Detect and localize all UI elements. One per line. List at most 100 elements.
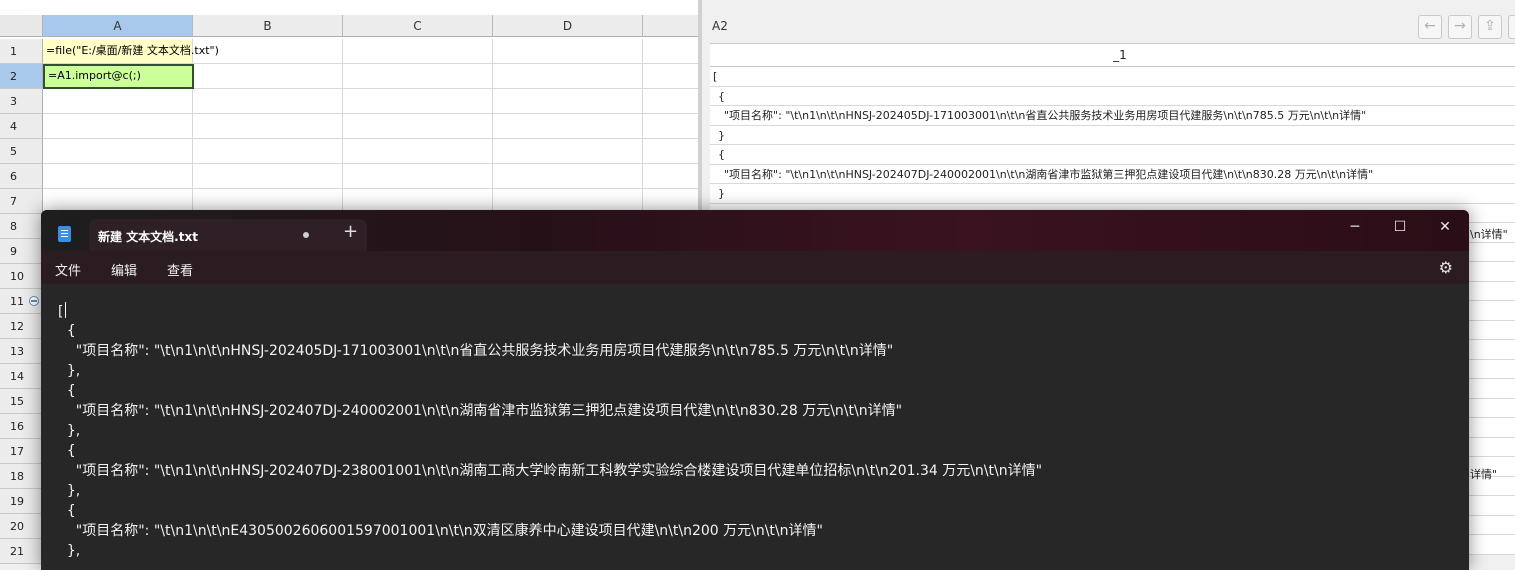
grid-cell[interactable] (493, 164, 643, 189)
row-header[interactable]: 7 (0, 189, 43, 214)
grid-cell[interactable] (43, 139, 193, 164)
row-header[interactable]: 20 (0, 514, 43, 539)
export-icon[interactable]: ⇪ (1478, 15, 1502, 39)
grid-cell[interactable] (493, 139, 643, 164)
row-header[interactable]: 4 (0, 114, 43, 139)
row-header[interactable]: 14 (0, 364, 43, 389)
forward-arrow-icon[interactable]: → (1448, 15, 1472, 39)
grid-cell[interactable] (193, 139, 343, 164)
editor-line[interactable]: { (58, 502, 76, 520)
row-header[interactable]: 1 (0, 39, 43, 64)
grid-cell[interactable] (193, 89, 343, 114)
value-row[interactable]: } (710, 184, 1515, 204)
row-header[interactable]: 15 (0, 389, 43, 414)
value-row[interactable]: } (710, 126, 1515, 145)
row-header[interactable]: 13 (0, 339, 43, 364)
editor-line[interactable]: "项目名称": "\t\n1\n\t\nE4305002606001597001… (58, 522, 823, 540)
column-header-c[interactable]: C (343, 15, 493, 37)
grid-cell[interactable] (493, 89, 643, 114)
row-header[interactable]: 16 (0, 414, 43, 439)
grid-cell[interactable] (343, 139, 493, 164)
grid-cell[interactable] (643, 39, 700, 64)
row-header[interactable]: 8 (0, 214, 43, 239)
grid-cell[interactable] (193, 164, 343, 189)
grid-cell[interactable] (343, 164, 493, 189)
row-header[interactable]: 11 (0, 289, 43, 314)
grid-cell[interactable] (493, 39, 643, 64)
notepad-window[interactable]: 新建 文本文档.txt + ─ ☐ ✕ 文件 编辑 查看 ⚙ [ { "项目名称… (41, 210, 1469, 570)
grid-cell[interactable] (343, 89, 493, 114)
grid-cell[interactable] (43, 114, 193, 139)
select-all-corner[interactable] (0, 15, 43, 37)
grid-cell[interactable] (493, 64, 643, 89)
tab-title: 新建 文本文档.txt (98, 230, 198, 244)
editor-line[interactable]: "项目名称": "\t\n1\n\t\nHNSJ-202407DJ-240002… (58, 402, 902, 420)
notepad-titlebar[interactable]: 新建 文本文档.txt + ─ ☐ ✕ (41, 210, 1469, 251)
editor-line[interactable]: "项目名称": "\t\n1\n\t\nHNSJ-202405DJ-171003… (58, 342, 893, 360)
grid-cell[interactable] (343, 64, 493, 89)
minimize-icon[interactable]: ─ (1335, 215, 1375, 239)
editor-line[interactable]: }, (58, 362, 80, 380)
column-header-a[interactable]: A (43, 15, 193, 37)
column-header-b[interactable]: B (193, 15, 343, 37)
extra-tool-icon[interactable] (1508, 15, 1515, 39)
grid-cell[interactable] (643, 64, 700, 89)
gear-icon[interactable]: ⚙ (1439, 258, 1453, 277)
row-header[interactable]: 21 (0, 539, 43, 564)
editor-line[interactable]: { (58, 442, 76, 460)
column-header-d[interactable]: D (493, 15, 643, 37)
row-header[interactable]: 10 (0, 264, 43, 289)
grid-cell[interactable] (43, 89, 193, 114)
new-tab-plus-icon[interactable]: + (343, 223, 358, 241)
cell-reference: A2 (712, 19, 728, 33)
menu-file[interactable]: 文件 (55, 260, 81, 279)
notepad-tab[interactable]: 新建 文本文档.txt (89, 219, 367, 251)
menu-edit[interactable]: 编辑 (111, 260, 137, 279)
value-row[interactable]: { (710, 87, 1515, 106)
menu-view[interactable]: 查看 (167, 260, 193, 279)
editor-line[interactable]: [ (58, 302, 67, 321)
editor-line[interactable]: { (58, 322, 76, 340)
grid-cell[interactable] (193, 64, 343, 89)
maximize-icon[interactable]: ☐ (1380, 215, 1420, 239)
value-row[interactable]: { (710, 145, 1515, 165)
back-arrow-icon[interactable]: ← (1418, 15, 1442, 39)
grid-cell[interactable] (643, 114, 700, 139)
row-header[interactable]: 17 (0, 439, 43, 464)
row-header[interactable]: 12 (0, 314, 43, 339)
editor-line[interactable]: }, (58, 482, 80, 500)
notepad-app-icon (58, 226, 71, 242)
editor-line[interactable]: "项目名称": "\t\n1\n\t\nHNSJ-202407DJ-238001… (58, 462, 1042, 480)
grid-cell[interactable] (643, 139, 700, 164)
value-row[interactable]: "项目名称": "\t\n1\n\t\nHNSJ-202405DJ-171003… (710, 106, 1515, 126)
editor-line[interactable]: }, (58, 422, 80, 440)
row-header[interactable]: 3 (0, 89, 43, 114)
cell-a1[interactable]: =file("E:/桌面/新建 文本文档.txt") (43, 39, 219, 64)
collapse-icon[interactable] (29, 296, 39, 306)
row-header[interactable]: 9 (0, 239, 43, 264)
row-header[interactable]: 19 (0, 489, 43, 514)
grid-cell[interactable] (643, 164, 700, 189)
value-column-header: _1 (710, 44, 1515, 67)
grid-cell[interactable] (43, 164, 193, 189)
grid-cell[interactable] (343, 114, 493, 139)
column-header-e[interactable] (643, 15, 700, 37)
row-header[interactable]: 6 (0, 164, 43, 189)
value-row[interactable]: "项目名称": "\t\n1\n\t\nHNSJ-202407DJ-240002… (710, 165, 1515, 184)
grid-cell[interactable] (343, 39, 493, 64)
editor-line[interactable]: { (58, 382, 76, 400)
close-icon[interactable]: ✕ (1425, 215, 1465, 239)
text-caret (65, 302, 67, 318)
grid-cell[interactable] (193, 114, 343, 139)
cell-a2[interactable]: =A1.import@c(;) (43, 64, 194, 89)
row-header[interactable]: 5 (0, 139, 43, 164)
grid-cell[interactable] (643, 89, 700, 114)
notepad-editor[interactable]: [ { "项目名称": "\t\n1\n\t\nHNSJ-202405DJ-17… (41, 284, 1469, 570)
grid-cell[interactable] (493, 114, 643, 139)
row-header[interactable]: 18 (0, 464, 43, 489)
value-row[interactable]: [ (710, 67, 1515, 87)
notepad-menubar: 文件 编辑 查看 ⚙ (41, 251, 1469, 284)
row-header[interactable]: 2 (0, 64, 43, 89)
value-row-peek: \n详情" (1470, 228, 1508, 241)
editor-line[interactable]: }, (58, 542, 80, 560)
